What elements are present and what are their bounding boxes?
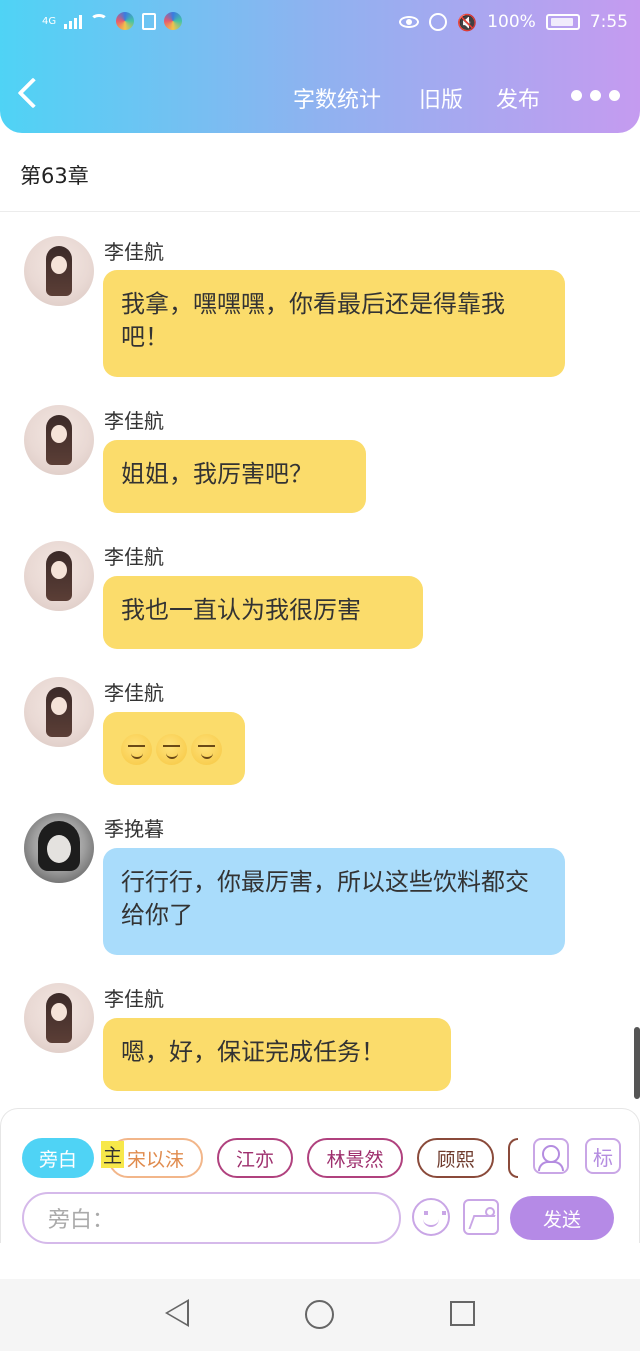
avatar[interactable] <box>24 405 94 475</box>
mute-icon: 🔇 <box>457 12 478 32</box>
main-character-marker: 主 <box>101 1141 125 1168</box>
wifi-icon <box>90 14 109 28</box>
chapter-title: 第63章 <box>20 164 89 188</box>
sender-name: 李佳航 <box>104 409 164 433</box>
add-character-icon[interactable] <box>533 1138 569 1174</box>
sender-name: 季挽暮 <box>104 817 164 841</box>
status-bar: 4G 🔇 100% 7:55 <box>0 10 640 40</box>
send-button[interactable]: 发送 <box>510 1196 614 1240</box>
app-notification-icon <box>116 12 135 30</box>
emoji-icon[interactable] <box>412 1198 450 1236</box>
image-icon[interactable] <box>463 1199 499 1235</box>
avatar[interactable] <box>24 677 94 747</box>
sender-name: 李佳航 <box>104 987 164 1011</box>
more-options-icon[interactable] <box>571 90 620 101</box>
character-chip[interactable]: 江亦 <box>217 1138 293 1178</box>
sender-name: 李佳航 <box>104 545 164 569</box>
word-count-button[interactable]: 字数统计 <box>293 82 381 114</box>
message-bubble[interactable]: 我也一直认为我很厉害 <box>103 576 423 649</box>
character-chip-partial[interactable] <box>508 1138 518 1178</box>
message-bubble[interactable] <box>103 712 245 785</box>
sender-name: 李佳航 <box>104 681 164 705</box>
smirk-emoji-icon <box>191 733 222 765</box>
home-icon[interactable] <box>305 1300 334 1329</box>
divider <box>0 211 640 212</box>
character-chip-narrator[interactable]: 旁白 <box>22 1138 94 1178</box>
clock-time: 7:55 <box>589 12 628 32</box>
signal-icon <box>64 13 83 29</box>
network-type: 4G <box>42 15 57 27</box>
document-icon <box>142 12 157 30</box>
alarm-icon <box>429 13 448 31</box>
avatar[interactable] <box>24 983 94 1053</box>
character-chip[interactable]: 林景然 <box>307 1138 403 1178</box>
recents-icon[interactable] <box>450 1301 475 1326</box>
battery-icon <box>545 14 580 30</box>
message-bubble[interactable]: 行行行，你最厉害，所以这些饮料都交给你了 <box>103 848 565 955</box>
character-chip[interactable]: 顾熙 <box>417 1138 494 1178</box>
scrollbar[interactable] <box>634 1027 640 1099</box>
avatar[interactable] <box>24 236 94 306</box>
tag-button[interactable]: 标 <box>585 1138 621 1174</box>
message-bubble[interactable]: 姐姐，我厉害吧？ <box>103 440 366 513</box>
battery-percent: 100% <box>487 12 536 32</box>
app-header: 4G 🔇 100% 7:55 字数统计 旧版 发布 <box>0 0 640 133</box>
message-input[interactable]: 旁白： <box>22 1192 401 1244</box>
app-notification-icon <box>164 12 183 30</box>
back-icon[interactable] <box>165 1299 189 1327</box>
message-bubble[interactable]: 嗯，好，保证完成任务！ <box>103 1018 451 1091</box>
publish-button[interactable]: 发布 <box>496 82 540 114</box>
sender-name: 李佳航 <box>104 240 164 264</box>
back-arrow-icon[interactable] <box>17 77 49 109</box>
eye-comfort-icon <box>399 16 420 28</box>
smirk-emoji-icon <box>156 733 187 765</box>
system-nav-bar <box>0 1279 640 1351</box>
message-bubble[interactable]: 我拿，嘿嘿嘿，你看最后还是得靠我吧！ <box>103 270 565 377</box>
nav-bar: 字数统计 旧版 发布 <box>0 77 640 118</box>
smirk-emoji-icon <box>121 733 152 765</box>
avatar[interactable] <box>24 813 94 883</box>
avatar[interactable] <box>24 541 94 611</box>
old-version-button[interactable]: 旧版 <box>419 82 463 114</box>
